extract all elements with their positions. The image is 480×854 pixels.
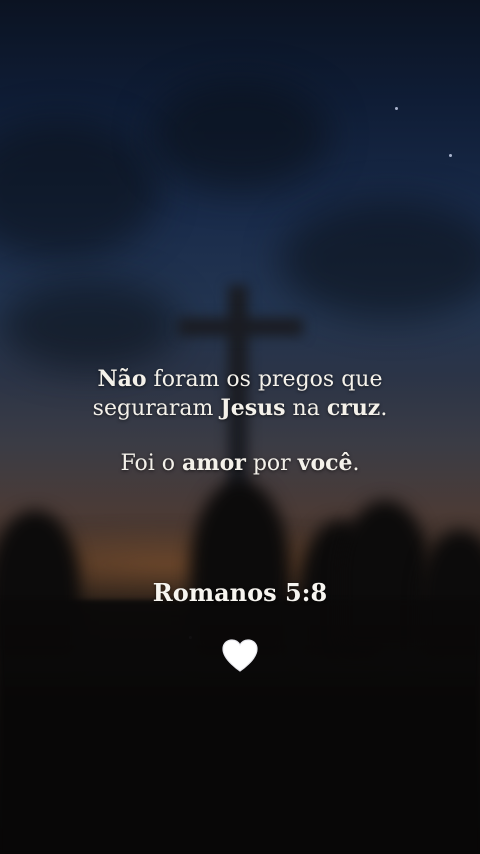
dark-cloud: [0, 120, 160, 260]
verse-line-3: Foi o amor por você.: [0, 449, 480, 478]
verse-word: foram os pregos que: [146, 367, 383, 392]
verse-spacer: [0, 423, 480, 449]
cross-horizontal-beam: [178, 318, 303, 336]
verse-word: seguraram: [92, 396, 221, 421]
verse-line-2: seguraram Jesus na cruz.: [0, 394, 480, 423]
verse-word: .: [352, 451, 360, 476]
verse-word: .: [380, 396, 388, 421]
bible-reference: Romanos 5:8: [152, 578, 328, 607]
dark-cloud: [150, 80, 330, 190]
verse-word: cruz: [326, 395, 381, 421]
star: [395, 107, 398, 110]
verse-word: Jesus: [220, 395, 286, 421]
verse-word: amor: [182, 450, 246, 476]
verse-text: Não foram os pregos que seguraram Jesus …: [0, 365, 480, 478]
verse-word: Foi o: [120, 451, 183, 476]
star: [449, 154, 452, 157]
verse-word: na: [285, 396, 327, 421]
white-heart-icon: [222, 639, 258, 672]
verse-word: você: [297, 450, 353, 476]
verse-line-1: Não foram os pregos que: [0, 365, 480, 394]
dark-cloud: [280, 200, 480, 320]
verse-word: por: [245, 451, 298, 476]
dark-cloud: [0, 280, 180, 370]
verse-word: Não: [97, 366, 147, 392]
story-background: Não foram os pregos que seguraram Jesus …: [0, 0, 480, 854]
